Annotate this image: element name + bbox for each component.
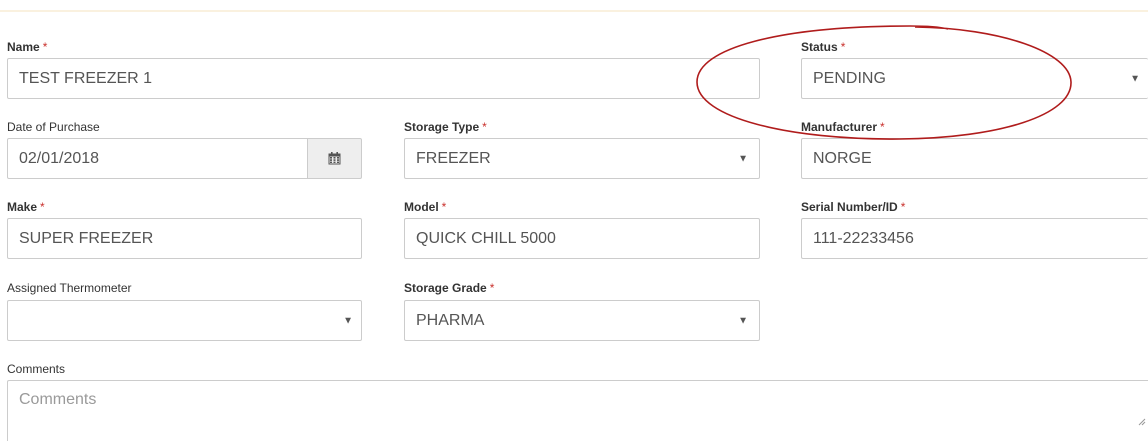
- manufacturer-label: Manufacturer *: [801, 120, 885, 134]
- required-marker: *: [900, 200, 906, 214]
- make-input[interactable]: SUPER FREEZER: [7, 218, 362, 259]
- required-marker: *: [482, 120, 487, 134]
- status-select[interactable]: PENDING ▼: [801, 58, 1148, 99]
- calendar-icon: [328, 152, 341, 165]
- model-value: QUICK CHILL 5000: [416, 229, 556, 247]
- model-label-text: Model: [404, 200, 439, 214]
- storage-type-select[interactable]: FREEZER ▼: [404, 138, 760, 179]
- manufacturer-label-text: Manufacturer: [801, 120, 878, 134]
- comments-label-text: Comments: [7, 362, 66, 376]
- date-of-purchase-label: Date of Purchase: [7, 120, 100, 134]
- model-label: Model *: [404, 200, 446, 214]
- equipment-form-page: Name * TEST FREEZER 1 Status * PENDING ▼ D…: [0, 0, 1148, 441]
- storage-grade-value: PHARMA: [416, 311, 485, 329]
- status-label: Status *: [801, 40, 845, 54]
- date-of-purchase-value: 02/01/2018: [19, 149, 100, 167]
- model-input[interactable]: QUICK CHILL 5000: [404, 218, 760, 259]
- status-select-value: PENDING: [813, 69, 886, 87]
- make-label-text: Make: [7, 200, 38, 214]
- date-of-purchase-input[interactable]: 02/01/2018: [7, 138, 308, 179]
- assigned-thermometer-label: Assigned Thermometer: [7, 281, 132, 295]
- required-marker: *: [840, 40, 846, 54]
- name-input[interactable]: TEST FREEZER 1: [7, 58, 760, 99]
- date-of-purchase-label-text: Date of Purchase: [7, 120, 100, 134]
- storage-type-value: FREEZER: [416, 149, 491, 167]
- name-label-text: Name: [7, 40, 40, 54]
- resize-handle-icon[interactable]: [1138, 418, 1146, 426]
- required-marker: *: [42, 40, 48, 54]
- comments-placeholder: Comments: [19, 391, 97, 408]
- manufacturer-input[interactable]: NORGE: [801, 138, 1148, 179]
- required-marker: *: [40, 200, 45, 214]
- assigned-thermometer-select[interactable]: ▼: [7, 300, 362, 341]
- top-band: [0, 0, 1148, 12]
- required-marker: *: [441, 200, 447, 214]
- required-marker: *: [489, 281, 495, 295]
- storage-grade-select[interactable]: PHARMA ▼: [404, 300, 760, 341]
- chevron-down-icon: ▼: [1130, 73, 1140, 84]
- name-input-value: TEST FREEZER 1: [19, 69, 153, 87]
- serial-number-value: 111-22233456: [813, 229, 914, 247]
- chevron-down-icon: ▼: [738, 153, 748, 164]
- make-value: SUPER FREEZER: [19, 229, 154, 247]
- manufacturer-value: NORGE: [813, 149, 872, 167]
- serial-number-input[interactable]: 111-22233456: [801, 218, 1148, 259]
- storage-type-label: Storage Type *: [404, 120, 487, 134]
- required-marker: *: [880, 120, 885, 134]
- make-label: Make *: [7, 200, 45, 214]
- comments-label: Comments: [7, 362, 65, 376]
- comments-textarea[interactable]: Comments: [7, 380, 1148, 441]
- storage-type-label-text: Storage Type: [404, 120, 480, 134]
- serial-number-label: Serial Number/ID *: [801, 200, 905, 214]
- chevron-down-icon: ▼: [343, 315, 353, 326]
- name-label: Name *: [7, 40, 47, 54]
- chevron-down-icon: ▼: [738, 315, 748, 326]
- serial-number-label-text: Serial Number/ID: [801, 200, 898, 214]
- storage-grade-label: Storage Grade *: [404, 281, 494, 295]
- calendar-button[interactable]: [307, 138, 362, 179]
- storage-grade-label-text: Storage Grade: [404, 281, 487, 295]
- status-label-text: Status: [801, 40, 838, 54]
- assigned-thermometer-label-text: Assigned Thermometer: [7, 281, 132, 295]
